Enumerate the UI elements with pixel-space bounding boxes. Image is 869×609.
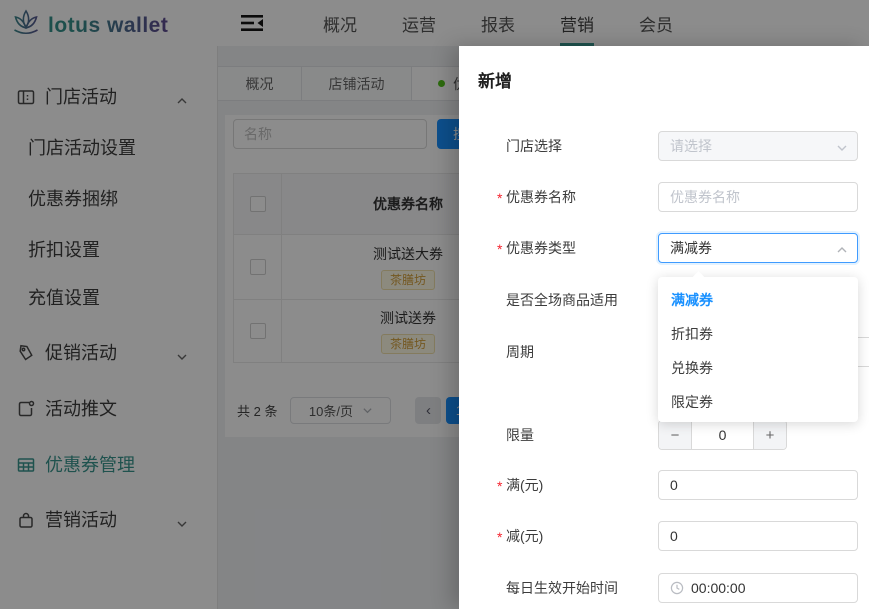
field-label: *优惠券名称: [506, 182, 576, 212]
field-full-amount: *满(元): [459, 470, 869, 500]
coupon-type-select[interactable]: 满减券: [658, 233, 858, 263]
required-marker: *: [497, 183, 502, 213]
dropdown-option-exchange[interactable]: 兑换券: [658, 351, 858, 385]
field-label: 是否全场商品适用: [506, 285, 618, 315]
field-label: 每日生效开始时间: [506, 573, 618, 603]
stepper-value[interactable]: 0: [691, 421, 754, 449]
store-select[interactable]: 请选择: [658, 131, 858, 161]
field-label: *减(元): [506, 521, 543, 551]
field-limit: 限量 − 0 +: [459, 420, 869, 450]
field-coupon-name: *优惠券名称: [459, 182, 869, 212]
stepper-minus-button[interactable]: −: [659, 421, 691, 449]
field-daily-start-time: 每日生效开始时间 00:00:00: [459, 573, 869, 603]
add-coupon-drawer: 新增 门店选择 请选择 *优惠券名称 *优惠券类型 满减券: [459, 46, 869, 609]
dropdown-arrow: [692, 271, 705, 284]
time-value: 00:00:00: [691, 580, 746, 596]
field-label: 门店选择: [506, 131, 562, 161]
field-reduce-amount: *减(元): [459, 521, 869, 551]
stepper-plus-button[interactable]: +: [754, 421, 786, 449]
required-marker: *: [497, 234, 502, 264]
dropdown-option-limited[interactable]: 限定券: [658, 385, 858, 419]
required-marker: *: [497, 471, 502, 501]
field-label: 周期: [506, 337, 534, 367]
limit-stepper: − 0 +: [658, 420, 787, 450]
required-marker: *: [497, 522, 502, 552]
select-value: 满减券: [670, 238, 712, 258]
chevron-up-icon: [836, 243, 848, 259]
coupon-name-input[interactable]: [658, 182, 858, 212]
field-label: *满(元): [506, 470, 543, 500]
reduce-amount-input[interactable]: [658, 521, 858, 551]
chevron-down-icon: [836, 141, 848, 157]
drawer-title: 新增: [478, 67, 512, 92]
clock-icon: [670, 581, 684, 595]
daily-start-time-picker[interactable]: 00:00:00: [658, 573, 858, 603]
app-root: lotus wallet 概况 运营 报表 营销 会员: [0, 0, 869, 609]
dropdown-option-discount[interactable]: 折扣券: [658, 317, 858, 351]
dropdown-option-full-reduction[interactable]: 满减券: [658, 283, 858, 317]
field-coupon-type: *优惠券类型 满减券: [459, 233, 869, 263]
full-amount-input[interactable]: [658, 470, 858, 500]
field-label: *优惠券类型: [506, 233, 576, 263]
select-placeholder: 请选择: [670, 136, 712, 156]
coupon-type-dropdown: 满减券 折扣券 兑换券 限定券: [658, 277, 858, 422]
field-label: 限量: [506, 420, 534, 450]
field-store-select: 门店选择 请选择: [459, 131, 869, 161]
